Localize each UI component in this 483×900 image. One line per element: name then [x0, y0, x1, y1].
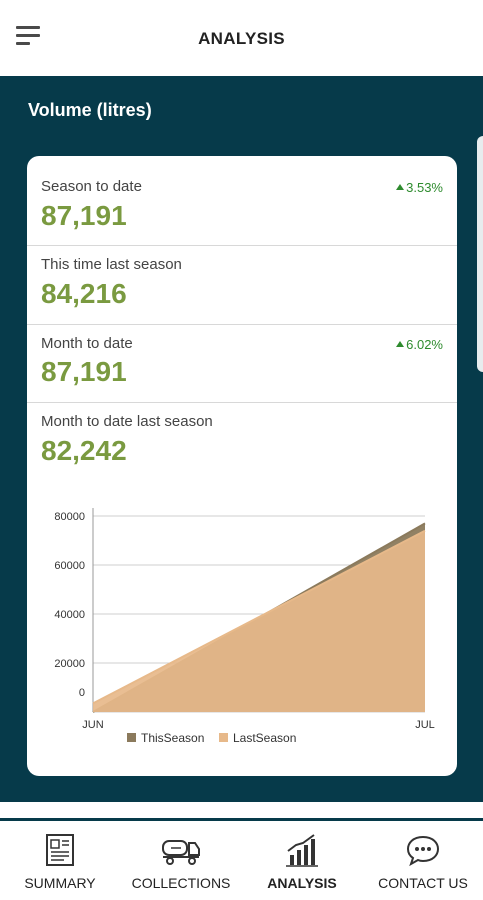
stat-this-time-last-season: This time last season 84,216	[27, 246, 457, 324]
panel-title: Volume (litres)	[28, 100, 152, 120]
next-card-peek[interactable]	[477, 136, 483, 372]
up-arrow-icon	[396, 184, 405, 190]
chart-svg: 80000 60000 40000 20000 0 JUN JUL ThisSeason Las…	[54, 508, 435, 745]
x-tick-label: JUL	[415, 719, 435, 731]
legend-swatch	[219, 733, 228, 742]
nav-contact-us[interactable]: CONTACT US	[363, 821, 483, 900]
bottom-navigation: SUMMARY COLLECTIONS ANALYSIS CONTACT US	[0, 821, 483, 900]
y-tick-label: 60000	[54, 560, 85, 572]
up-arrow-icon	[396, 341, 405, 347]
volume-area-chart: 80000 60000 40000 20000 0 JUN JUL ThisSeason Las…	[27, 496, 457, 756]
y-tick-label: 20000	[54, 658, 85, 670]
stat-value: 87,191	[41, 356, 127, 387]
legend-label: ThisSeason	[141, 731, 204, 745]
y-tick-label: 40000	[54, 609, 85, 621]
y-tick-label: 0	[79, 687, 85, 699]
stat-label: Season to date	[41, 178, 142, 195]
stat-month-to-date: Month to date 6.02% 87,191	[27, 325, 457, 402]
nav-label: COLLECTIONS	[131, 875, 231, 891]
app-screen: ANALYSIS Volume (litres) Season to date …	[0, 0, 483, 900]
stat-label: Month to date last season	[41, 413, 213, 430]
top-app-bar: ANALYSIS	[0, 0, 483, 76]
page-title: ANALYSIS	[198, 29, 285, 48]
stat-season-to-date: Season to date 3.53% 87,191	[27, 156, 457, 245]
bar-chart-icon	[286, 834, 318, 867]
volume-panel: Volume (litres) Season to date 3.53% 87,…	[0, 76, 483, 802]
nav-analysis[interactable]: ANALYSIS	[242, 821, 362, 900]
nav-collections[interactable]: COLLECTIONS	[121, 821, 241, 900]
tanker-truck-icon	[162, 840, 200, 865]
document-icon	[46, 834, 74, 866]
volume-card: Season to date 3.53% 87,191 This time la…	[27, 156, 457, 776]
y-tick-label: 80000	[54, 511, 85, 523]
chat-bubble-icon	[406, 835, 440, 867]
nav-label: SUMMARY	[24, 875, 96, 891]
change-badge: 3.53%	[396, 180, 443, 195]
legend-label: LastSeason	[233, 731, 296, 745]
nav-summary[interactable]: SUMMARY	[0, 821, 120, 900]
stat-value: 84,216	[41, 278, 127, 309]
change-badge: 6.02%	[396, 337, 443, 352]
stat-label: This time last season	[41, 256, 182, 273]
x-tick-label: JUN	[82, 719, 103, 731]
nav-label: CONTACT US	[378, 875, 468, 891]
nav-label: ANALYSIS	[267, 875, 337, 891]
area-lastseason	[93, 530, 425, 712]
legend-swatch	[127, 733, 136, 742]
stat-label: Month to date	[41, 335, 133, 352]
stat-month-to-date-last-season: Month to date last season 82,242	[27, 403, 457, 483]
stat-value: 82,242	[41, 435, 127, 466]
stat-value: 87,191	[41, 200, 127, 231]
